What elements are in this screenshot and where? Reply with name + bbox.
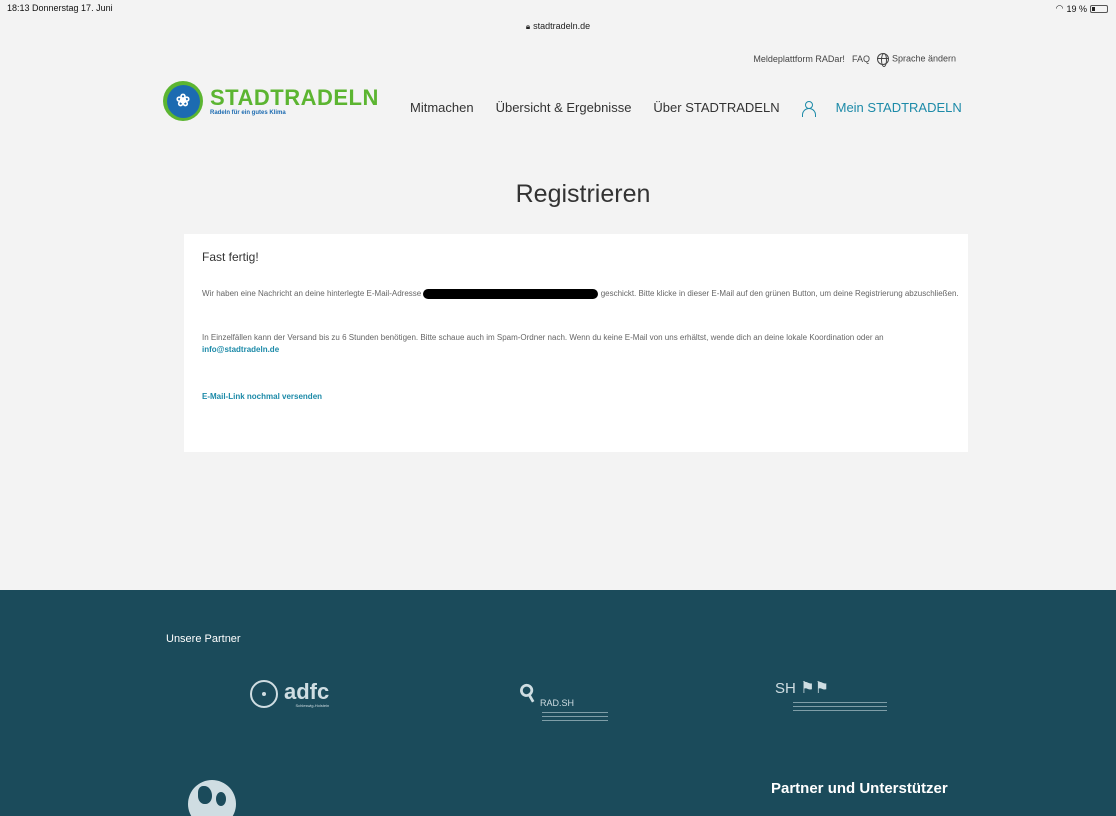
lock-icon: 🔒︎: [525, 22, 531, 31]
nav-uebersicht-ergebnisse[interactable]: Übersicht & Ergebnisse: [496, 100, 632, 115]
nav-mein-stadtradeln[interactable]: Mein STADTRADELN: [801, 100, 984, 117]
main-nav: Mitmachen Übersicht & Ergebnisse Über ST…: [410, 100, 984, 117]
url-text: stadtradeln.de: [533, 21, 591, 31]
status-bar: 18:13 Donnerstag 17. Juni ◠ 19 %: [0, 0, 1116, 14]
language-label: Sprache ändern: [891, 53, 956, 64]
adfc-name: adfc: [284, 678, 330, 704]
partners-title: Unsere Partner: [166, 633, 241, 645]
resend-email-link[interactable]: E-Mail-Link nochmal versenden: [202, 392, 322, 401]
page-title: Registrieren: [515, 180, 651, 208]
confirmation-text: Wir haben eine Nachricht an deine hinter…: [202, 288, 962, 300]
redacted-email: [423, 288, 599, 299]
partner-logo-adfc[interactable]: adfc Schleswig-Holstein: [250, 680, 329, 708]
partner-logo-sh[interactable]: SH ⚑⚑: [775, 678, 887, 714]
adfc-ring-icon: [250, 680, 278, 708]
card-heading: Fast fertig!: [202, 250, 259, 264]
sh-name: SH: [775, 680, 796, 697]
globe-partner-icon[interactable]: [188, 780, 236, 816]
nav-mitmachen[interactable]: Mitmachen: [410, 100, 474, 115]
radsh-key-icon: ⚲: [514, 677, 542, 708]
radsh-name: RAD.SH: [540, 698, 575, 708]
address-bar[interactable]: 🔒︎ stadtradeln.de: [0, 21, 1116, 32]
top-utility-nav: Meldeplattform RADar! FAQ Sprache ändern: [753, 53, 956, 67]
nav-mein-label: Mein STADTRADELN: [835, 100, 962, 115]
supporters-title: Partner und Unterstützer: [771, 780, 948, 797]
status-time: 18:13 Donnerstag 17. Juni: [7, 3, 113, 13]
partner-logo-radsh[interactable]: ⚲ RAD.SH: [515, 678, 608, 721]
nav-ueber-stadtradeln[interactable]: Über STADTRADELN: [653, 100, 779, 115]
status-right: ◠ 19 %: [1056, 3, 1108, 14]
delivery-note: In Einzelfällen kann der Versand bis zu …: [202, 332, 962, 356]
language-switcher[interactable]: Sprache ändern: [876, 53, 956, 67]
sh-crest-icon: ⚑⚑: [800, 680, 829, 697]
radsh-lines: [542, 712, 608, 724]
support-email-link[interactable]: info@stadtradeln.de: [202, 345, 279, 354]
wifi-icon: ◠: [1055, 3, 1064, 13]
confirmation-text-start: Wir haben eine Nachricht an deine hinter…: [202, 289, 422, 298]
battery-percent: 19 %: [1066, 3, 1087, 14]
battery-icon: [1090, 4, 1108, 13]
link-faq[interactable]: FAQ: [852, 54, 870, 64]
delivery-note-text: In Einzelfällen kann der Versand bis zu …: [202, 333, 884, 342]
registration-card: Fast fertig! Wir haben eine Nachricht an…: [184, 234, 968, 452]
footer: Unsere Partner adfc Schleswig-Holstein ⚲…: [0, 590, 1116, 816]
site-logo[interactable]: ❀ STADTRADELN Radeln für ein gutes Klima: [163, 81, 379, 121]
logo-tagline: Radeln für ein gutes Klima: [210, 109, 286, 116]
sh-lines: [793, 702, 887, 711]
globe-icon: [876, 53, 889, 67]
user-icon: [801, 100, 816, 117]
logo-name: STADTRADELN: [210, 84, 379, 110]
confirmation-text-end: geschickt. Bitte klicke in dieser E-Mail…: [600, 289, 959, 298]
bicycle-logo-icon: ❀: [163, 81, 203, 121]
link-meldeplattform[interactable]: Meldeplattform RADar!: [753, 54, 845, 64]
